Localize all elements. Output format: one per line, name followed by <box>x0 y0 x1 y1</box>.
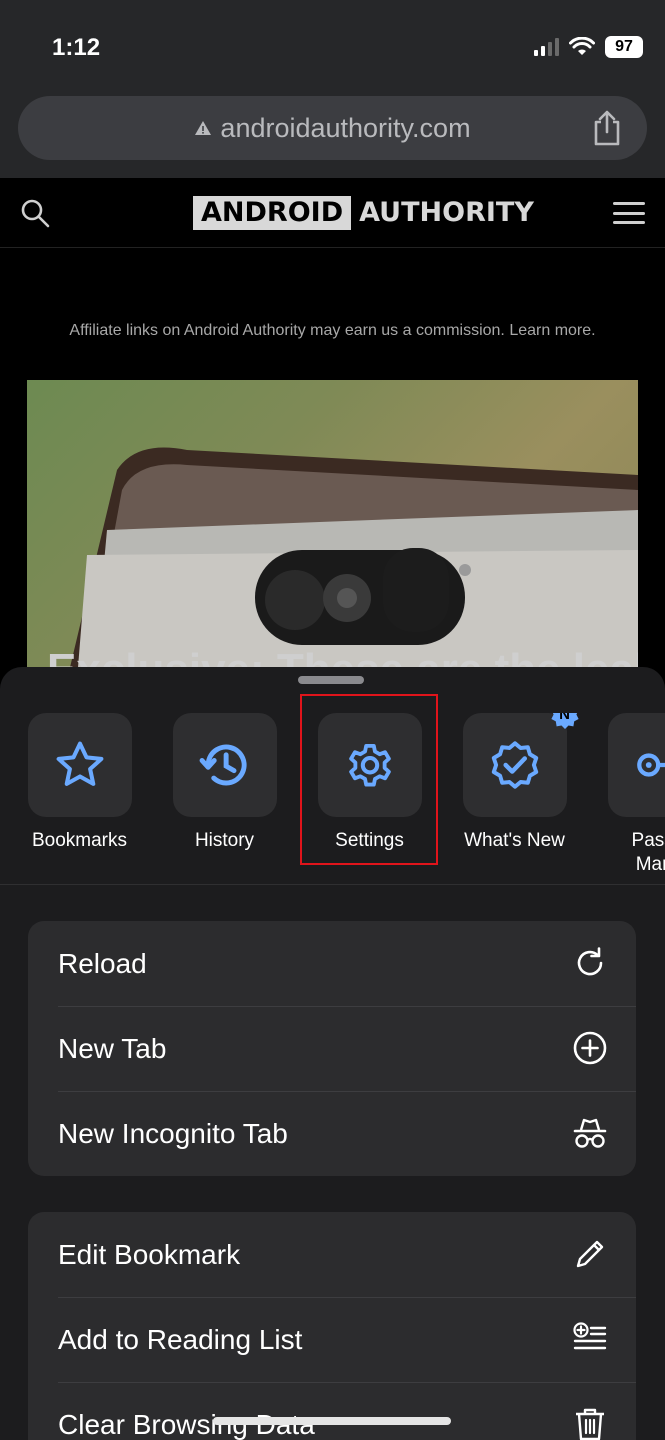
site-logo[interactable]: ANDROID AUTHORITY <box>193 196 534 230</box>
battery-indicator: 97 <box>605 36 643 58</box>
menu-item-label: Edit Bookmark <box>58 1238 241 1270</box>
url-text: androidauthority.com <box>220 112 471 143</box>
menu-item-clear-browsing-data[interactable]: Clear Browsing Data <box>28 1382 636 1440</box>
phone-photo <box>67 447 638 680</box>
status-time: 1:12 <box>52 34 101 61</box>
sheet-grabber[interactable] <box>298 676 364 684</box>
trash-icon <box>576 1408 604 1440</box>
menu-item-reload[interactable]: Reload <box>28 921 636 1006</box>
menu-item-label: Add to Reading List <box>58 1323 303 1355</box>
new-badge-text: N <box>559 713 570 723</box>
menu-item-new-tab[interactable]: New Tab <box>28 1006 636 1091</box>
browser-top-chrome: 1:12 97 androidauthority.com <box>0 0 665 178</box>
password-manager-tile[interactable] <box>607 713 665 817</box>
search-icon[interactable] <box>20 198 50 228</box>
actions-group-primary: Reload New Tab New Incognito Tab <box>28 921 636 1176</box>
destination-password-manager[interactable]: Passw Mana <box>587 713 665 877</box>
star-icon <box>56 741 103 786</box>
menu-item-add-to-reading-list[interactable]: Add to Reading List <box>28 1297 636 1382</box>
plus-circle-icon <box>573 1031 607 1065</box>
warning-icon <box>195 121 212 135</box>
history-icon <box>199 744 247 786</box>
pencil-icon <box>576 1240 604 1268</box>
whats-new-tile[interactable]: N <box>462 713 579 817</box>
destination-label: Bookmarks <box>31 830 128 851</box>
site-header: ANDROID AUTHORITY <box>0 178 665 248</box>
destination-label: Passw Mana <box>631 830 665 875</box>
bookmarks-tile[interactable] <box>27 713 132 817</box>
hamburger-menu-icon[interactable] <box>613 202 645 224</box>
menu-item-edit-bookmark[interactable]: Edit Bookmark <box>28 1212 636 1297</box>
settings-highlight-box <box>300 694 438 865</box>
destination-whats-new[interactable]: N What's New <box>442 713 587 853</box>
destination-label: History <box>194 830 255 851</box>
destination-history[interactable]: History <box>152 713 297 853</box>
home-indicator[interactable] <box>213 1417 451 1425</box>
reading-list-add-icon <box>573 1322 607 1350</box>
destination-bookmarks[interactable]: Bookmarks <box>7 713 152 853</box>
history-tile[interactable] <box>172 713 277 817</box>
share-icon[interactable] <box>591 110 623 146</box>
menu-item-label: Reload <box>58 947 147 979</box>
menu-item-label: New Incognito Tab <box>58 1117 288 1149</box>
incognito-icon <box>573 1118 607 1148</box>
cellular-signal-icon <box>534 38 559 56</box>
logo-boxed-text: ANDROID <box>193 196 352 230</box>
address-bar[interactable]: androidauthority.com <box>18 96 647 160</box>
hero-image[interactable]: Exclusive: These are the leaked <box>27 380 638 680</box>
new-badge: N <box>549 713 581 731</box>
verified-badge-icon <box>491 741 538 789</box>
destination-label: What's New <box>464 830 565 851</box>
logo-plain-text: AUTHORITY <box>359 197 534 228</box>
affiliate-notice: Affiliate links on Android Authority may… <box>69 322 596 339</box>
section-divider <box>0 884 665 885</box>
wifi-icon <box>569 37 595 55</box>
reload-icon <box>577 947 603 976</box>
overflow-menu-sheet: Bookmarks History Settings N What's New … <box>0 667 665 1440</box>
menu-item-label: New Tab <box>58 1032 167 1064</box>
menu-item-new-incognito-tab[interactable]: New Incognito Tab <box>28 1091 636 1176</box>
status-icons: 97 <box>534 36 643 58</box>
key-icon <box>636 753 665 777</box>
actions-group-secondary: Edit Bookmark Add to Reading List Clear … <box>28 1212 636 1440</box>
address-display: androidauthority.com <box>194 112 471 144</box>
